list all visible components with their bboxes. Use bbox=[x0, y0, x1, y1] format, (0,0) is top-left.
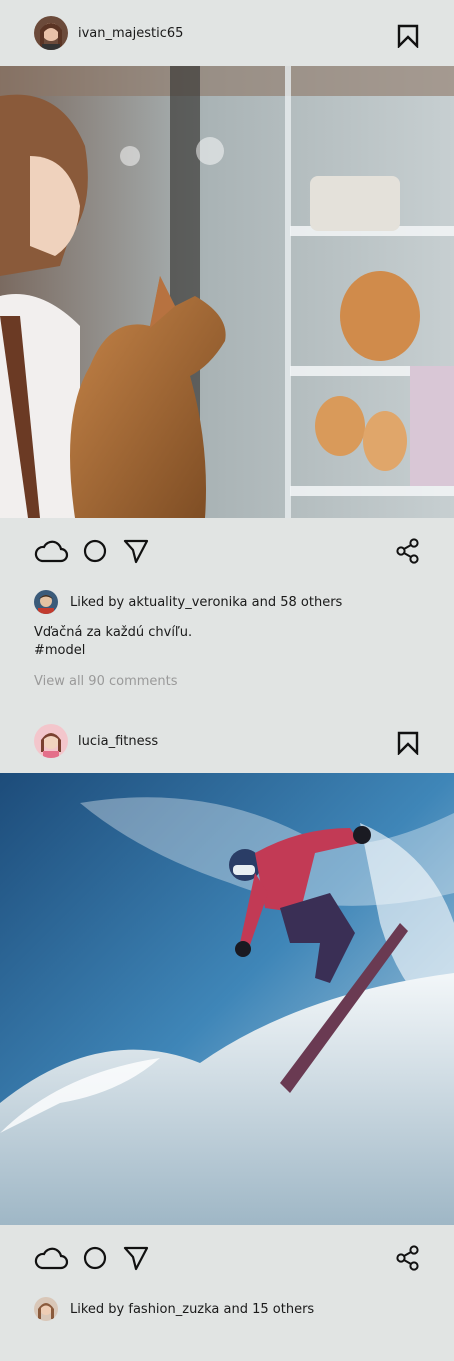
caption-text: Vďačná za každú chvíľu. bbox=[34, 625, 193, 640]
hashtag[interactable]: #model bbox=[34, 642, 454, 660]
username[interactable]: ivan_majestic65 bbox=[78, 26, 183, 41]
post-image[interactable] bbox=[0, 773, 454, 1225]
user-avatar[interactable] bbox=[34, 724, 68, 758]
liked-by: Liked by fashion_zuzka and 15 others bbox=[0, 1295, 454, 1323]
circle-icon[interactable] bbox=[83, 1245, 107, 1271]
bookmark-icon[interactable] bbox=[397, 731, 419, 755]
post-header: lucia_fitness bbox=[0, 709, 454, 773]
liked-by: Liked by aktuality_veronika and 58 other… bbox=[0, 588, 454, 616]
liker-avatar[interactable] bbox=[34, 590, 58, 614]
share-icon[interactable] bbox=[396, 538, 420, 564]
liked-by-text[interactable]: Liked by aktuality_veronika and 58 other… bbox=[70, 595, 342, 610]
share-icon[interactable] bbox=[396, 1245, 420, 1271]
send-arrow-icon[interactable] bbox=[123, 1245, 149, 1271]
bookmark-icon[interactable] bbox=[397, 24, 419, 48]
username[interactable]: lucia_fitness bbox=[78, 734, 158, 749]
post-2: lucia_fitness Liked by fashion_zuzka and… bbox=[0, 709, 454, 1323]
circle-icon[interactable] bbox=[83, 538, 107, 564]
liked-by-text[interactable]: Liked by fashion_zuzka and 15 others bbox=[70, 1302, 314, 1317]
post-1: ivan_majestic65 Liked by aktuality_veron… bbox=[0, 0, 454, 689]
post-caption: Vďačná za každú chvíľu. #model bbox=[0, 624, 454, 660]
user-avatar[interactable] bbox=[34, 16, 68, 50]
view-comments-link[interactable]: View all 90 comments bbox=[0, 674, 454, 689]
cloud-icon[interactable] bbox=[33, 538, 69, 564]
post-actions bbox=[0, 1225, 454, 1295]
cloud-icon[interactable] bbox=[33, 1245, 69, 1271]
post-image[interactable] bbox=[0, 66, 454, 518]
post-header: ivan_majestic65 bbox=[0, 0, 454, 66]
send-arrow-icon[interactable] bbox=[123, 538, 149, 564]
post-actions bbox=[0, 518, 454, 588]
liker-avatar[interactable] bbox=[34, 1297, 58, 1321]
